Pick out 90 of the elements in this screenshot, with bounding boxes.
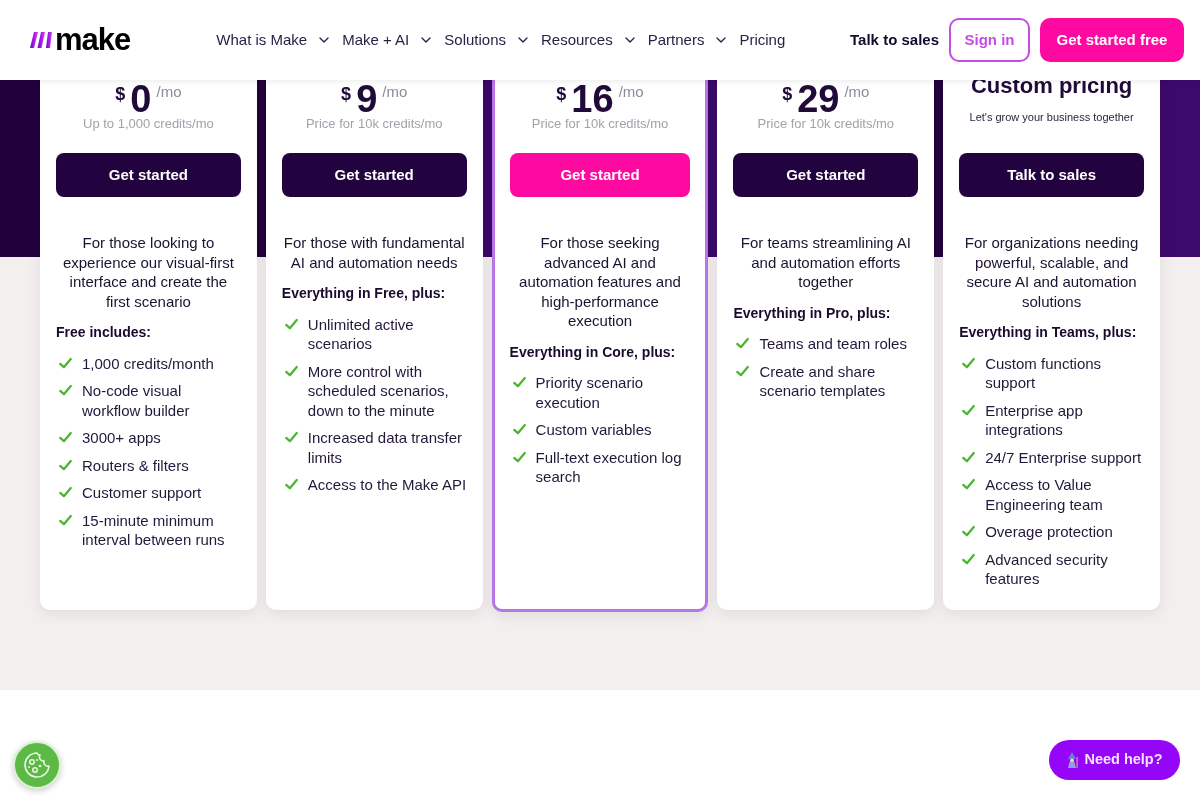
feature-text: 15-minute minimum interval between runs <box>82 510 226 550</box>
nav-link[interactable]: Partners <box>647 30 730 50</box>
plan-button[interactable]: Talk to sales <box>959 153 1144 197</box>
feature-text: Teams and team roles <box>759 334 907 354</box>
price-period: /mo <box>844 83 870 101</box>
feature-text: Overage protection <box>985 522 1113 542</box>
check-icon <box>58 356 73 370</box>
price-period: /mo <box>618 83 644 101</box>
feature-text: More control with scheduled scenarios, down to the minute <box>307 361 450 420</box>
currency-symbol: $ <box>782 84 793 104</box>
features-heading: Everything in Pro, plus: <box>733 303 892 323</box>
need-help-button[interactable]: Need help? <box>1049 740 1180 780</box>
feature-text: Customer support <box>82 483 202 503</box>
currency-symbol: $ <box>115 84 126 104</box>
feature-text: Priority scenario execution <box>535 373 645 412</box>
cookie-icon <box>23 751 51 779</box>
currency-symbol: $ <box>341 84 352 104</box>
price-amount: 0 <box>130 82 152 116</box>
feature-text: No-code visual workflow builder <box>82 381 191 420</box>
feature-text: Access to Value Engineering team <box>985 475 1104 514</box>
check-icon <box>961 525 977 538</box>
feature-text: Create and share scenario templates <box>759 361 887 401</box>
credits-note: Price for 10k credits/mo <box>305 116 443 132</box>
plan-description: For teams streamlining AI and automation efforts together <box>739 233 912 292</box>
plan-button[interactable]: Get started <box>281 153 467 197</box>
wizard-icon <box>1066 752 1079 768</box>
features-heading: Everything in Core, plus: <box>509 342 677 362</box>
price-amount: 29 <box>797 82 840 116</box>
logo-wordmark[interactable]: make <box>55 23 131 57</box>
slanted-bars-logo-icon <box>30 32 52 48</box>
check-icon <box>58 458 73 472</box>
feature-text: Enterprise app integrations <box>985 400 1084 440</box>
feature-text: Unlimited active scenarios <box>307 314 415 354</box>
feature-text: 1,000 credits/month <box>82 353 214 373</box>
check-icon <box>58 384 73 397</box>
feature-text: 3000+ apps <box>82 428 161 448</box>
nav-link[interactable]: Resources <box>541 30 638 50</box>
credits-note: Price for 10k credits/mo <box>757 116 895 132</box>
feature-text: Access to the Make API <box>307 475 467 495</box>
check-icon <box>735 364 751 378</box>
plan-description: For those looking to experience our visual-first interface and create the first scenario <box>61 233 235 311</box>
check-icon <box>961 478 977 491</box>
check-icon <box>283 317 299 331</box>
check-icon <box>735 337 751 350</box>
nav-link[interactable]: Pricing <box>739 30 786 50</box>
price-period: /mo <box>382 83 408 101</box>
get-started-free-button[interactable]: Get started free <box>1040 18 1184 62</box>
check-icon <box>961 403 977 417</box>
feature-text: Advanced security features <box>985 549 1109 589</box>
check-icon <box>283 364 299 378</box>
feature-text: Increased data transfer limits <box>307 428 464 467</box>
talk-to-sales-link[interactable]: Talk to sales <box>850 30 939 50</box>
plan-button[interactable]: Get started <box>509 153 691 197</box>
check-icon <box>283 478 299 491</box>
plan-description: For those seeking advanced AI and automation features and high-performance execution <box>518 233 682 331</box>
plan-description: For organizations needing powerful, scalable, and secure AI and automation solutions <box>963 233 1140 311</box>
nav-link[interactable]: What is Make <box>216 30 333 50</box>
nav-link[interactable]: Solutions <box>444 30 531 50</box>
feature-text: Custom functions support <box>985 353 1103 393</box>
check-icon <box>511 423 527 436</box>
check-icon <box>58 486 73 499</box>
plan-description: For those with fundamental AI and automation needs <box>282 233 466 272</box>
feature-text: Full-text execution log search <box>535 447 683 487</box>
check-icon <box>511 376 527 389</box>
sign-in-button[interactable]: Sign in <box>949 18 1030 62</box>
check-icon <box>283 431 299 444</box>
check-icon <box>961 450 977 464</box>
features-heading: Everything in Free, plus: <box>281 284 447 303</box>
check-icon <box>58 513 73 527</box>
credits-note: Price for 10k credits/mo <box>531 116 669 132</box>
cookie-settings-button[interactable] <box>13 741 61 789</box>
plan-title: Custom pricing <box>970 73 1133 99</box>
feature-text: 24/7 Enterprise support <box>985 447 1142 467</box>
nav-link[interactable]: Make + AI <box>342 30 435 50</box>
check-icon <box>511 450 527 464</box>
check-icon <box>961 356 977 370</box>
check-icon <box>58 431 73 444</box>
features-heading: Everything in Teams, plus: <box>959 323 1138 342</box>
price-period: /mo <box>156 83 182 101</box>
feature-text: Routers & filters <box>82 455 189 475</box>
plan-button[interactable]: Get started <box>733 153 919 197</box>
features-heading: Free includes: <box>56 323 152 342</box>
plan-tagline: Let's grow your business together <box>969 110 1134 124</box>
check-icon <box>961 552 977 566</box>
price-amount: 16 <box>571 82 614 116</box>
credits-note: Up to 1,000 credits/mo <box>83 116 214 132</box>
feature-text: Custom variables <box>535 420 652 440</box>
plan-button[interactable]: Get started <box>56 153 241 197</box>
price-amount: 9 <box>356 82 378 116</box>
currency-symbol: $ <box>556 84 567 104</box>
